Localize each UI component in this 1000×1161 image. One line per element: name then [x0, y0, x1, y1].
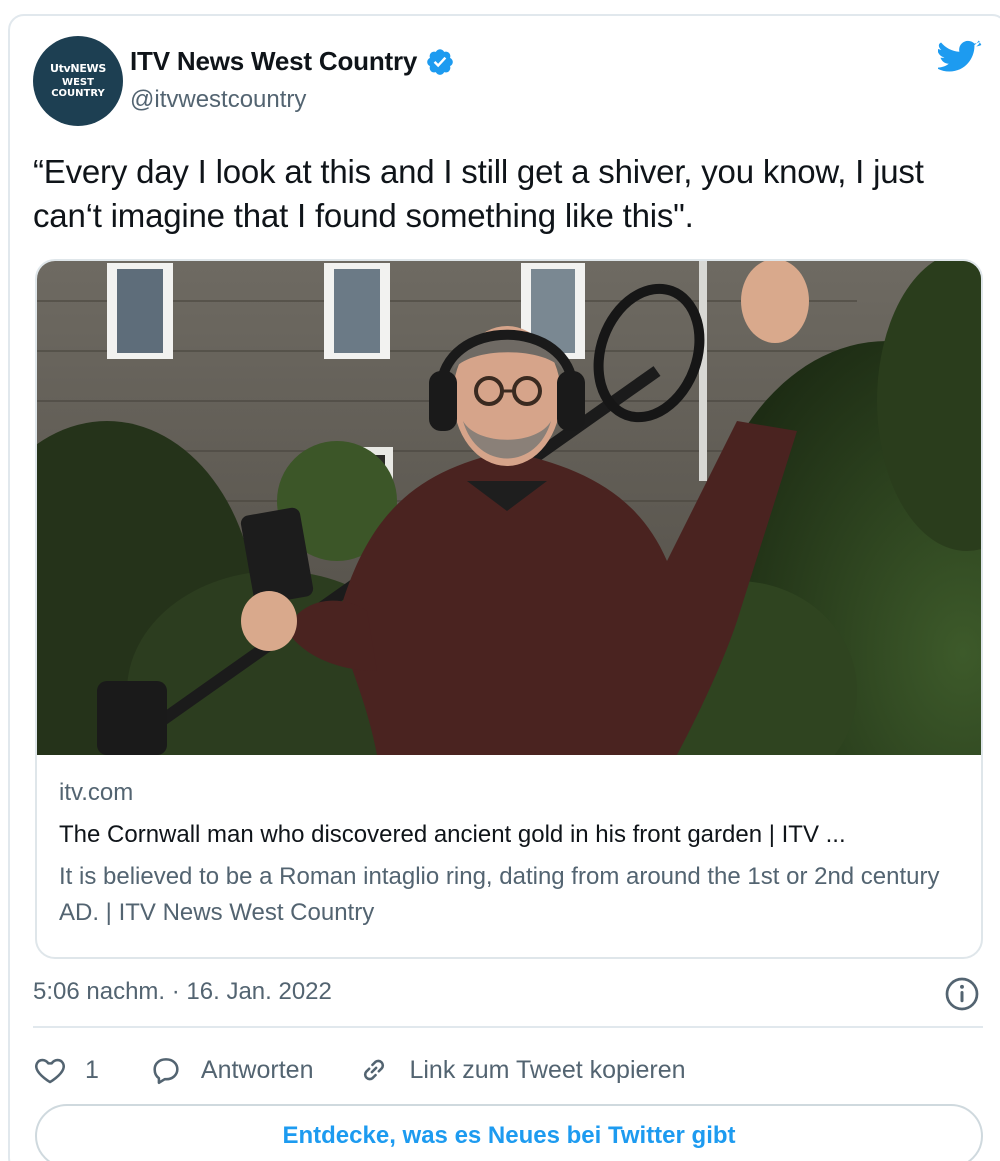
tweet-text: “Every day I look at this and I still ge… — [33, 153, 924, 234]
reply-button[interactable]: Antworten — [149, 1053, 314, 1087]
link-preview-card[interactable]: itv.com The Cornwall man who discovered … — [35, 259, 983, 959]
avatar-logo-text: UtvNEWS — [49, 61, 107, 75]
verified-badge-icon — [427, 48, 453, 75]
like-button[interactable]: 1 — [33, 1053, 99, 1087]
like-count: 1 — [85, 1055, 99, 1084]
link-title[interactable]: The Cornwall man who discovered ancient … — [59, 821, 961, 849]
heart-icon — [35, 1058, 65, 1084]
reply-label: Antworten — [200, 1055, 314, 1084]
copy-link-label: Link zum Tweet kopieren — [409, 1055, 686, 1084]
avatar-region-text-2: COUNTRY — [51, 87, 105, 99]
author-display-name[interactable]: ITV News West Country — [130, 46, 417, 77]
link-description: It is believed to be a Roman intaglio ri… — [59, 863, 940, 926]
speech-bubble-icon — [153, 1058, 179, 1085]
avatar[interactable]: UtvNEWS WEST COUNTRY — [33, 36, 123, 126]
copy-link-button[interactable]: Link zum Tweet kopieren — [357, 1053, 686, 1087]
tweet-actions: 1 Antworten Link zum Tweet kopieren — [33, 1050, 686, 1090]
author-name-row[interactable]: ITV News West Country — [130, 46, 455, 77]
tweet-timestamp[interactable]: 5:06 nachm. · 16. Jan. 2022 — [33, 978, 332, 1006]
discover-more-button[interactable]: Entdecke, was es Neues bei Twitter gibt — [35, 1104, 983, 1161]
info-icon[interactable] — [944, 976, 980, 1012]
twitter-bird-icon[interactable] — [938, 40, 982, 78]
divider — [33, 1026, 983, 1028]
link-domain: itv.com — [59, 779, 134, 806]
link-meta: itv.com The Cornwall man who discovered … — [59, 779, 961, 931]
article-photo — [37, 261, 981, 755]
link-icon — [364, 1059, 385, 1081]
author-handle[interactable]: @itvwestcountry — [130, 86, 306, 114]
